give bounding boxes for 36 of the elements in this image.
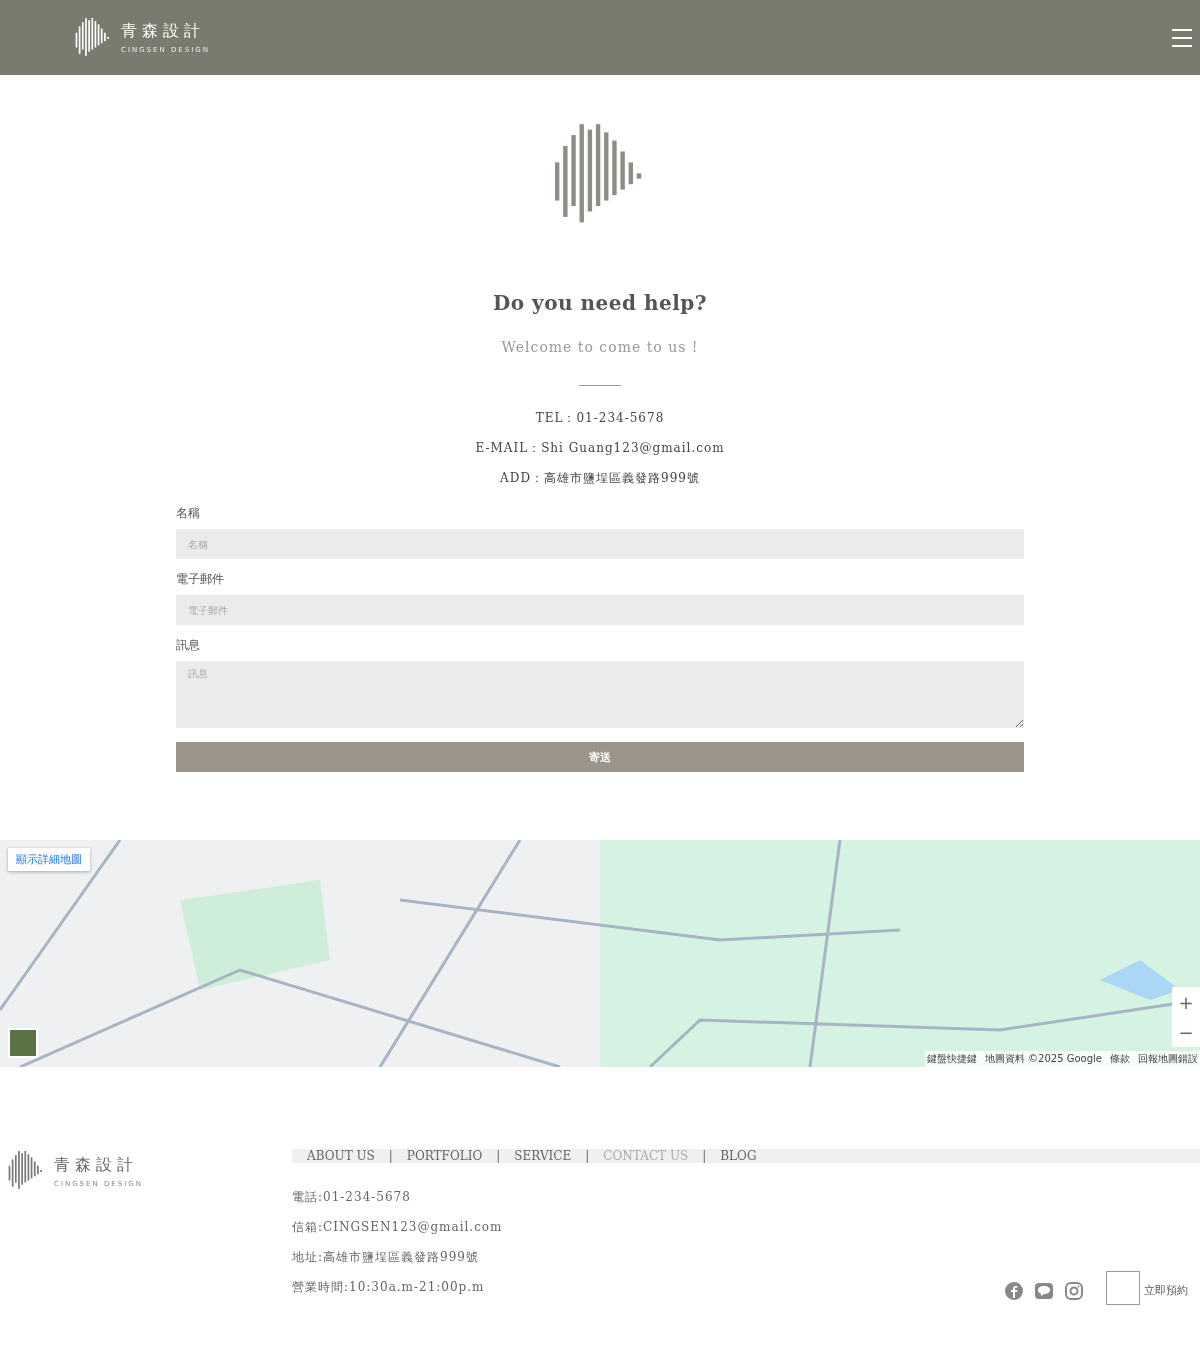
facebook-icon[interactable] [1004, 1280, 1024, 1301]
menu-icon[interactable] [1172, 28, 1192, 47]
map-attribution-text[interactable]: 條款 [1110, 1052, 1130, 1066]
footer-info-text: 營業時間:10:30a.m-21:00p.m [292, 1279, 486, 1296]
field-label: 訊息 [176, 637, 201, 654]
brand-name: 青森設計 [54, 1154, 139, 1176]
nav-separator: | [388, 1149, 393, 1163]
footer-nav-link[interactable]: BLOG [720, 1149, 757, 1163]
logo-icon [8, 1151, 44, 1191]
footer-info-text: 信箱:CINGSEN123@gmail.com [292, 1219, 503, 1236]
contact-subtitle: Welcome to come to us ! [501, 339, 699, 355]
nav-separator: | [585, 1149, 590, 1163]
nav-separator: | [496, 1149, 501, 1163]
contact-info-text: ADD：高雄市鹽埕區義發路999號 [500, 470, 700, 487]
footer-nav-link[interactable]: SERVICE [514, 1149, 572, 1163]
footer-nav-link[interactable]: ABOUT US [307, 1149, 375, 1163]
contact-info-text: E-MAIL：Shi Guang123@gmail.com [475, 440, 725, 457]
field-label: 電子郵件 [176, 571, 225, 588]
map-detail-link[interactable]: 顯示詳細地圖 [8, 848, 90, 871]
map-attribution-text[interactable]: 回報地圖錯誤 [1138, 1052, 1198, 1066]
instagram-icon[interactable] [1064, 1280, 1084, 1301]
input-field[interactable]: 名稱 [176, 529, 1024, 559]
chat-bubble-icon[interactable] [1034, 1280, 1054, 1301]
field-label: 名稱 [176, 505, 201, 522]
map-attribution-text[interactable]: 鍵盤快捷鍵 [926, 1052, 977, 1066]
submit-button[interactable]: 寄送 [176, 742, 1024, 772]
contact-heading: Do you need help? [492, 291, 708, 315]
contact-info-text: TEL：01-234-5678 [535, 410, 665, 427]
footer-info-text: 地址:高雄市鹽埕區義發路999號 [292, 1249, 480, 1266]
brand-name: 青森設計 [121, 21, 206, 42]
footer-nav-link[interactable]: PORTFOLIO [406, 1149, 483, 1163]
logo-icon [75, 17, 111, 58]
satellite-toggle[interactable] [8, 1028, 38, 1058]
map-attribution-text[interactable]: 地圖資料 ©2025 Google [984, 1052, 1102, 1066]
nav-separator: | [702, 1149, 707, 1163]
footer-info-text: 電話:01-234-5678 [292, 1189, 412, 1206]
